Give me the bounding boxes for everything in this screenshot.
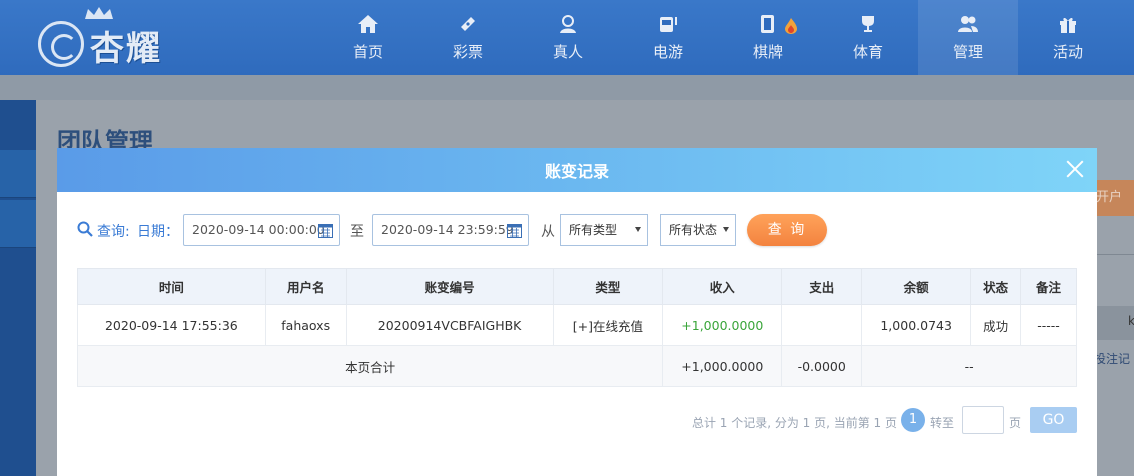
status-select[interactable]: 所有状态 xyxy=(660,214,736,246)
nav-item-sports[interactable]: 体育 xyxy=(818,0,918,75)
nav-item-home[interactable]: 首页 xyxy=(318,0,418,75)
trophy-icon xyxy=(862,16,874,32)
start-date-value: 2020-09-14 00:00:00 xyxy=(192,222,325,237)
brand-name: 杏耀 xyxy=(90,28,162,69)
modal-title: 账变记录 xyxy=(544,162,609,181)
live-dealer-icon xyxy=(560,15,576,33)
slot-machine-icon xyxy=(660,17,677,32)
chevron-down-icon xyxy=(635,227,641,232)
cell-expense xyxy=(781,304,863,346)
cell-note: ----- xyxy=(1020,304,1077,346)
column-header: 类型 xyxy=(552,268,664,305)
chevron-down-icon xyxy=(723,227,729,232)
calendar-icon[interactable] xyxy=(318,222,333,238)
nav-item-lottery[interactable]: 彩票 xyxy=(418,0,518,75)
side-menu-item[interactable] xyxy=(0,200,36,248)
from-label: 从 xyxy=(541,224,555,240)
nav-label: 首页 xyxy=(352,43,383,61)
query-button[interactable]: 查 询 xyxy=(747,214,827,246)
column-header: 账变编号 xyxy=(345,268,554,305)
total-balance: -- xyxy=(861,345,1077,387)
nav-label: 体育 xyxy=(852,43,883,61)
query-label: 查询: xyxy=(97,224,130,240)
column-header: 用户名 xyxy=(264,268,347,305)
total-label: 本页合计 xyxy=(76,345,664,387)
goto-label: 转至 xyxy=(930,416,955,430)
cell-time: 2020-09-14 17:55:36 xyxy=(77,304,266,346)
lottery-ticket-icon xyxy=(461,17,475,31)
cell-user: fahaoxs xyxy=(264,304,347,346)
end-date-input[interactable]: 2020-09-14 23:59:59 xyxy=(372,214,529,246)
column-header: 收入 xyxy=(662,268,783,305)
main-nav: 首页 彩票 真人 电游 棋牌 体育 管理 活动 xyxy=(318,0,1118,75)
nav-item-promotions[interactable]: 活动 xyxy=(1018,0,1118,75)
nav-label: 电游 xyxy=(652,43,683,61)
cell-id: 20200914VCBFAIGHBK xyxy=(345,304,554,346)
start-date-input[interactable]: 2020-09-14 00:00:00 xyxy=(183,214,340,246)
nav-label: 彩票 xyxy=(452,43,483,61)
calendar-icon[interactable] xyxy=(507,222,522,238)
bet-record-link[interactable]: 投注记 xyxy=(1094,350,1130,367)
total-income: +1,000.0000 xyxy=(662,345,783,387)
crown-icon xyxy=(85,7,113,19)
column-header: 时间 xyxy=(77,268,266,305)
background-text: k xyxy=(1128,314,1134,328)
nav-item-manage[interactable]: 管理 xyxy=(918,0,1018,75)
nav-item-live[interactable]: 真人 xyxy=(518,0,618,75)
home-icon xyxy=(358,15,378,33)
cell-type: [+]在线充值 xyxy=(552,304,664,346)
type-select-value: 所有类型 xyxy=(569,223,618,237)
pagination: 总计 1 个记录, 分为 1 页, 当前第 1 页 1 转至 页 GO xyxy=(692,406,1077,434)
query-bar: 查询: 日期： 2020-09-14 00:00:00 至 2020-09-14… xyxy=(77,214,1077,246)
column-header: 支出 xyxy=(781,268,863,305)
cell-status: 成功 xyxy=(970,304,1022,346)
nav-item-cards[interactable]: 棋牌 xyxy=(718,0,818,75)
page-number-current[interactable]: 1 xyxy=(901,408,925,432)
nav-label: 棋牌 xyxy=(752,43,783,61)
go-button[interactable]: GO xyxy=(1030,407,1077,433)
cell-balance: 1,000.0743 xyxy=(861,304,972,346)
nav-label: 活动 xyxy=(1052,43,1083,61)
records-table: 时间 用户名 账变编号 类型 收入 支出 余额 状态 备注 2020-09-14… xyxy=(76,268,1077,387)
table-row: 2020-09-14 17:55:36 fahaoxs 20200914VCBF… xyxy=(77,304,1077,346)
date-label: 日期： xyxy=(137,224,179,240)
side-menu-item[interactable] xyxy=(0,150,36,198)
close-icon[interactable] xyxy=(1065,159,1085,179)
table-header-row: 时间 用户名 账变编号 类型 收入 支出 余额 状态 备注 xyxy=(77,268,1077,305)
type-select[interactable]: 所有类型 xyxy=(560,214,648,246)
top-nav-bar: 杏耀 首页 彩票 真人 电游 棋牌 体育 管理 活动 xyxy=(0,0,1134,75)
gift-icon xyxy=(1060,17,1076,33)
side-menu xyxy=(0,100,36,476)
users-icon xyxy=(958,16,978,32)
total-expense: -0.0000 xyxy=(781,345,863,387)
hot-badge-icon xyxy=(785,18,797,34)
modal-header: 账变记录 xyxy=(57,148,1097,192)
logo-mark-icon xyxy=(38,21,84,67)
pagination-info: 总计 1 个记录, 分为 1 页, 当前第 1 页 xyxy=(691,416,897,430)
nav-label: 管理 xyxy=(952,43,983,61)
card-game-icon xyxy=(761,15,774,33)
cell-income: +1,000.0000 xyxy=(662,304,783,346)
status-select-value: 所有状态 xyxy=(669,223,718,237)
nav-label: 真人 xyxy=(552,43,583,61)
goto-page-input[interactable] xyxy=(962,406,1004,434)
end-date-value: 2020-09-14 23:59:59 xyxy=(381,222,514,237)
divider xyxy=(1097,254,1134,255)
column-header: 备注 xyxy=(1020,268,1077,305)
column-header: 状态 xyxy=(970,268,1022,305)
brand-logo[interactable]: 杏耀 xyxy=(38,6,188,70)
page-unit-label: 页 xyxy=(1009,416,1022,430)
range-to-label: 至 xyxy=(350,224,364,240)
account-change-modal: 账变记录 查询: 日期： 2020-09-14 00:00:00 至 2020-… xyxy=(57,148,1097,476)
nav-item-slots[interactable]: 电游 xyxy=(618,0,718,75)
table-total-row: 本页合计 +1,000.0000 -0.0000 -- xyxy=(76,345,1077,387)
search-icon xyxy=(77,221,93,237)
column-header: 余额 xyxy=(861,268,972,305)
